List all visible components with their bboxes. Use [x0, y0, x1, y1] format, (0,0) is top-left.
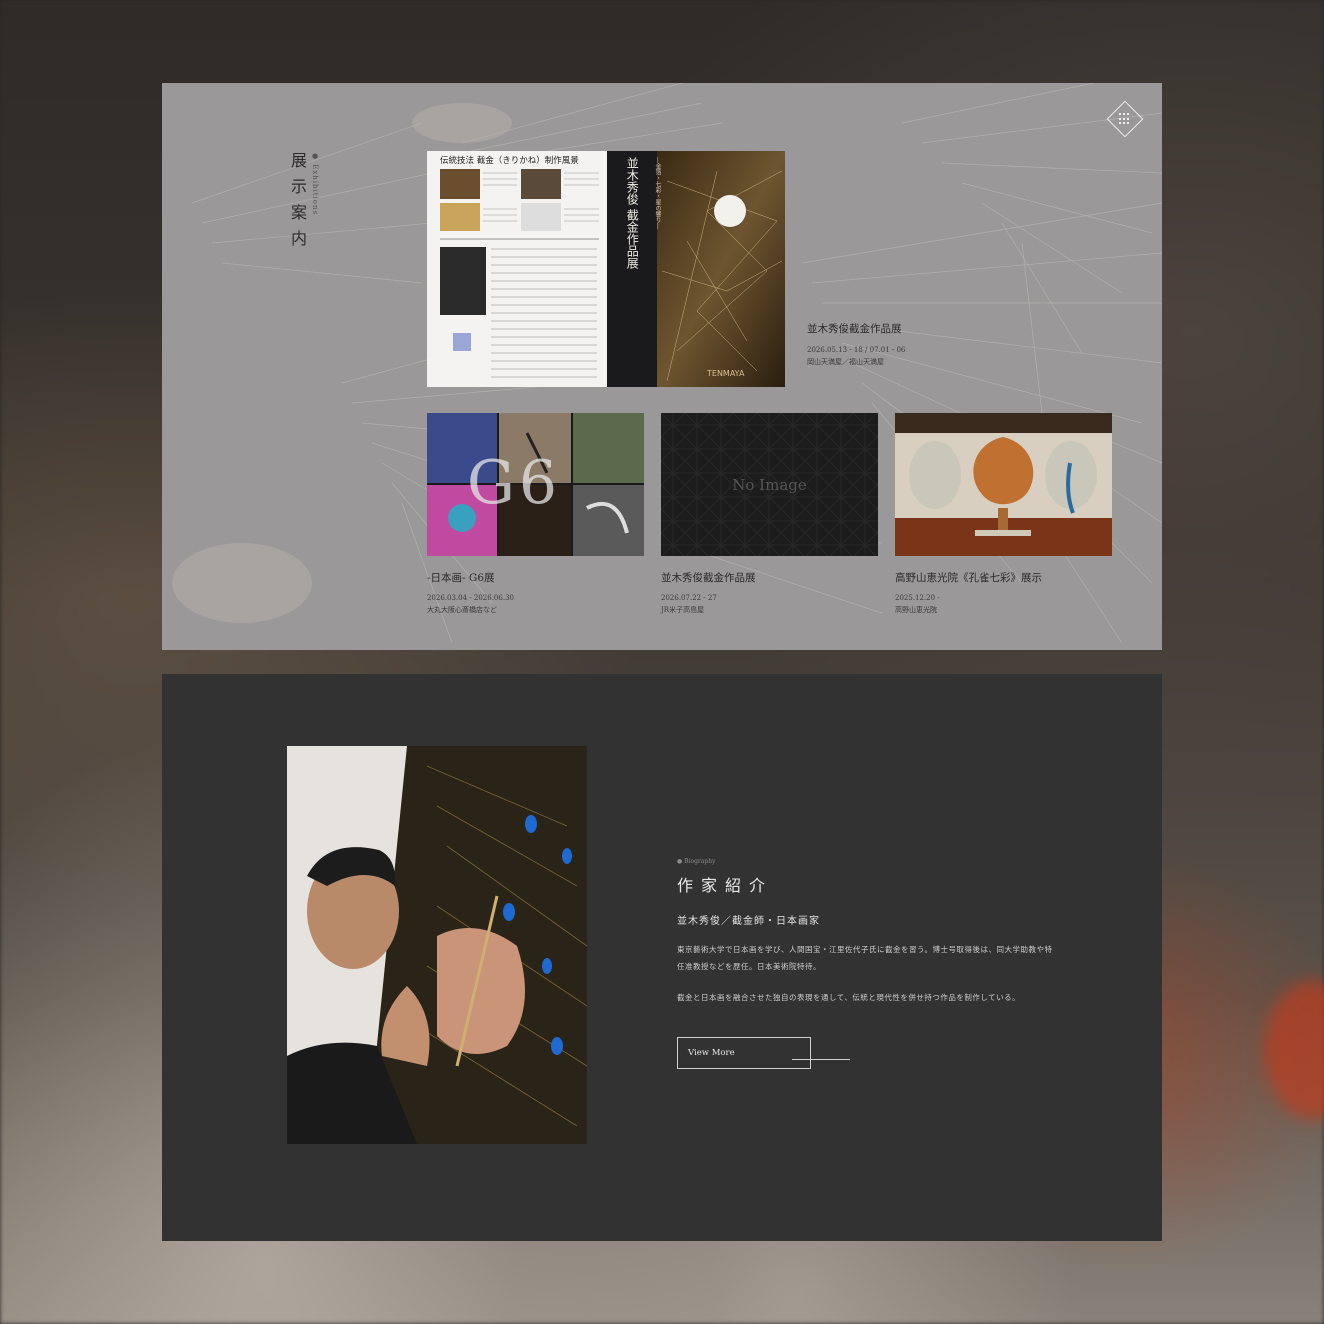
biography-heading: 作家紹介	[677, 876, 774, 895]
exhibitions-subheading: ● Exhibitions	[311, 152, 319, 216]
biography-text: 東京藝術大学で日本画を学び、人間国宝・江里佐代子氏に截金を習う。博士号取得後は、…	[677, 941, 1057, 1020]
artist-name: 並木秀俊／截金師・日本画家	[677, 916, 820, 927]
artist-at-work-image	[287, 746, 587, 1144]
exhibition-card-title-1[interactable]: -日本画- G6展	[427, 570, 495, 585]
flyer-vertical-title: 並木秀俊 截金作品展	[625, 157, 640, 269]
exhibition-card-date-2: 2026.07.22 - 27	[661, 594, 717, 602]
exhibition-card-title-3[interactable]: 高野山恵光院《孔雀七彩》展示	[895, 570, 1042, 585]
exhibition-card-date-1: 2026.03.04 - 2026.06.30	[427, 594, 514, 602]
view-more-arrow-line	[792, 1059, 850, 1060]
artist-photo	[287, 746, 587, 1144]
temple-room-photo	[895, 413, 1112, 556]
exhibition-card-image-noimage[interactable]: No Image	[661, 413, 878, 556]
exhibition-card-venue-2: JR米子高島屋	[661, 606, 705, 614]
grid-menu-icon	[1119, 113, 1131, 125]
flyer-left-layout	[440, 169, 599, 378]
featured-exhibition-flyer[interactable]: 伝統技法 截金（きりかね）制作風景 TENMAYA 並木秀俊 截金作品展 ―金箔…	[427, 151, 785, 387]
g6-overlay-text: G6	[467, 448, 562, 518]
exhibition-card-venue-3: 高野山恵光院	[895, 606, 937, 614]
exhibitions-heading: 展示案内	[288, 152, 307, 256]
biography-label: ● Biography	[677, 858, 716, 865]
exhibition-card-date-3: 2025.12.20 -	[895, 594, 940, 602]
biography-paragraph-1: 東京藝術大学で日本画を学び、人間国宝・江里佐代子氏に截金を習う。博士号取得後は、…	[677, 945, 1053, 971]
view-more-button[interactable]: View More	[677, 1037, 811, 1069]
exhibition-card-venue-1: 大丸大阪心斎橋店など	[427, 606, 497, 614]
exhibition-card-image-peacock[interactable]	[895, 413, 1112, 556]
svg-text:TENMAYA: TENMAYA	[706, 369, 745, 378]
featured-date: 2026.05.13 - 18 / 07.01 - 06	[807, 346, 906, 354]
biography-paragraph-2: 截金と日本画を融合させた独自の表現を通して、伝統と現代性を併せ持つ作品を制作して…	[677, 993, 1021, 1002]
featured-venue: 岡山天満屋／福山天満屋	[807, 358, 884, 366]
no-image-text: No Image	[732, 475, 807, 494]
featured-title[interactable]: 並木秀俊截金作品展	[807, 321, 902, 336]
exhibition-card-title-2[interactable]: 並木秀俊截金作品展	[661, 570, 756, 585]
flyer-left-page: 伝統技法 截金（きりかね）制作風景	[427, 151, 607, 387]
flyer-vertical-subtitle: ―金箔・七彩・星の響り―	[654, 157, 661, 229]
exhibition-card-image-g6[interactable]: G6	[427, 413, 644, 556]
